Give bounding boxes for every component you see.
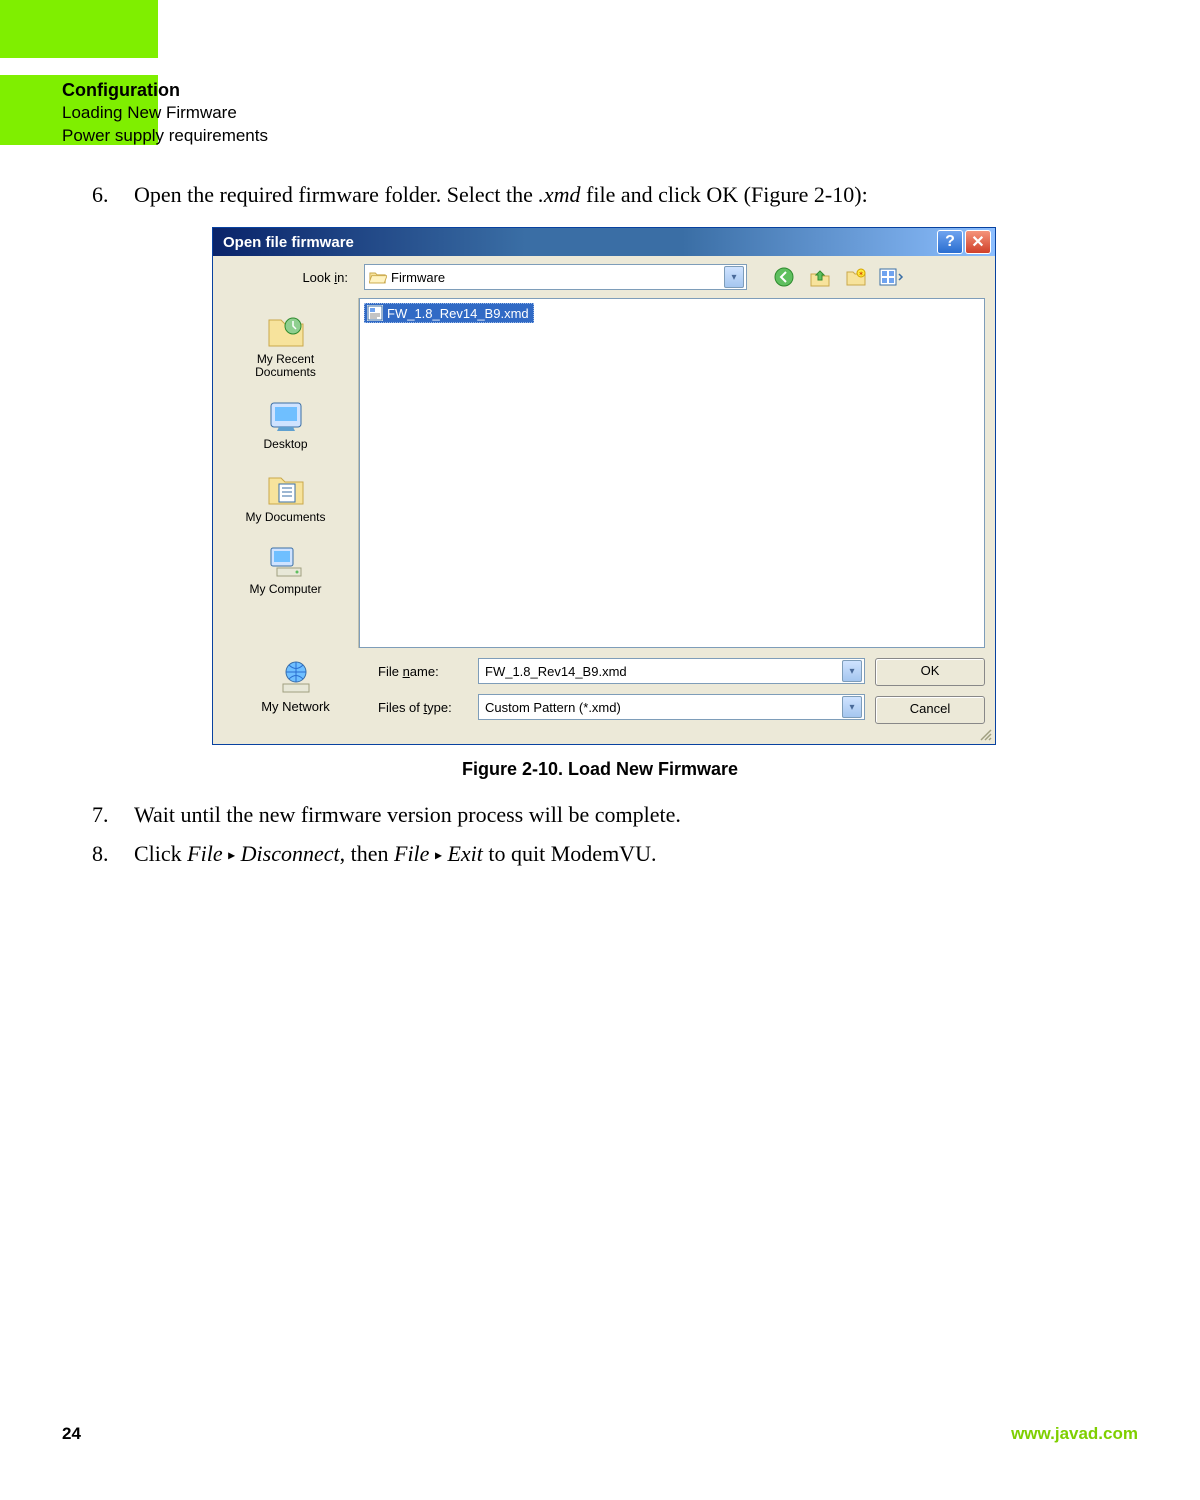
- chevron-down-icon[interactable]: ▾: [724, 266, 744, 288]
- open-file-dialog: Open file firmware ? ✕ Look in: Firmware…: [212, 227, 996, 745]
- header-title: Configuration: [62, 78, 268, 102]
- triangle-icon: ▸: [435, 848, 442, 863]
- header-sub2: Power supply requirements: [62, 125, 268, 148]
- up-one-level-icon[interactable]: [807, 265, 833, 289]
- step-8-text: Click File ▸ Disconnect, then File ▸ Exi…: [134, 837, 656, 870]
- place-mynetwork-label: My Network: [261, 699, 330, 714]
- place-recent-label: My Recent Documents: [255, 353, 316, 379]
- file-fields: File name: FW_1.8_Rev14_B9.xmd ▾ Files o…: [378, 658, 865, 730]
- views-icon[interactable]: [879, 265, 905, 289]
- main-pane: My Recent Documents Desktop My Documents…: [213, 298, 995, 648]
- decorative-green-block: [0, 0, 158, 58]
- ok-button[interactable]: OK: [875, 658, 985, 686]
- step-6: 6. Open the required firmware folder. Se…: [62, 178, 1138, 217]
- lookin-row: Look in: Firmware ▾: [213, 256, 995, 298]
- svg-text:✶: ✶: [858, 270, 864, 278]
- back-icon[interactable]: [771, 265, 797, 289]
- my-documents-icon: [265, 470, 307, 508]
- filetype-input[interactable]: Custom Pattern (*.xmd) ▾: [478, 694, 865, 720]
- place-desktop[interactable]: Desktop: [213, 389, 358, 461]
- help-button[interactable]: ?: [937, 230, 963, 254]
- places-bar: My Recent Documents Desktop My Documents…: [213, 298, 359, 648]
- cancel-button[interactable]: Cancel: [875, 696, 985, 724]
- place-mydocuments-label: My Documents: [245, 511, 325, 524]
- dialog-titlebar: Open file firmware ? ✕: [213, 228, 995, 256]
- desktop-icon: [265, 397, 307, 435]
- step-7-text: Wait until the new firmware version proc…: [134, 798, 681, 831]
- file-list[interactable]: FW_1.8_Rev14_B9.xmd: [359, 298, 985, 648]
- dialog-figure: Open file firmware ? ✕ Look in: Firmware…: [212, 227, 996, 745]
- place-mynetwork[interactable]: My Network: [223, 658, 368, 730]
- lookin-value: Firmware: [391, 270, 720, 285]
- my-computer-icon: [265, 542, 307, 580]
- filename-input[interactable]: FW_1.8_Rev14_B9.xmd ▾: [478, 658, 865, 684]
- lookin-toolbar: ✶: [771, 265, 905, 289]
- triangle-icon: ▸: [228, 848, 235, 863]
- figure-caption: Figure 2-10. Load New Firmware: [62, 759, 1138, 780]
- close-button[interactable]: ✕: [965, 230, 991, 254]
- filename-label: File name:: [378, 664, 468, 679]
- new-folder-icon[interactable]: ✶: [843, 265, 869, 289]
- lookin-label: Look in:: [223, 270, 356, 285]
- chevron-down-icon[interactable]: ▾: [842, 660, 862, 682]
- resize-grip-icon[interactable]: [979, 728, 993, 742]
- place-mycomputer-label: My Computer: [249, 583, 321, 596]
- step-6-num: 6.: [92, 178, 134, 211]
- step-8-num: 8.: [92, 837, 134, 870]
- step-8: 8. Click File ▸ Disconnect, then File ▸ …: [62, 837, 1138, 876]
- recent-documents-icon: [265, 312, 307, 350]
- dialog-title: Open file firmware: [223, 234, 935, 251]
- file-item-label: FW_1.8_Rev14_B9.xmd: [387, 306, 529, 321]
- file-icon: [367, 305, 383, 321]
- step-6-text: Open the required firmware folder. Selec…: [134, 178, 868, 211]
- page-number: 24: [62, 1424, 81, 1444]
- filetype-label: Files of type:: [378, 700, 468, 715]
- page-footer: 24 www.javad.com: [62, 1424, 1138, 1444]
- place-desktop-label: Desktop: [263, 438, 307, 451]
- step-7: 7. Wait until the new firmware version p…: [62, 798, 1138, 837]
- filetype-row: Files of type: Custom Pattern (*.xmd) ▾: [378, 694, 865, 720]
- filename-value: FW_1.8_Rev14_B9.xmd: [485, 664, 842, 679]
- footer-url: www.javad.com: [1011, 1424, 1138, 1444]
- folder-open-icon: [369, 270, 387, 285]
- step-7-num: 7.: [92, 798, 134, 831]
- page-header: Configuration Loading New Firmware Power…: [62, 78, 268, 148]
- body-content: 6. Open the required firmware folder. Se…: [62, 178, 1138, 876]
- chevron-down-icon[interactable]: ▾: [842, 696, 862, 718]
- filetype-value: Custom Pattern (*.xmd): [485, 700, 842, 715]
- place-mycomputer[interactable]: My Computer: [213, 534, 358, 606]
- my-network-icon: [275, 658, 317, 696]
- header-sub1: Loading New Firmware: [62, 102, 268, 125]
- filename-row: File name: FW_1.8_Rev14_B9.xmd ▾: [378, 658, 865, 684]
- place-mydocuments[interactable]: My Documents: [213, 462, 358, 534]
- file-item-selected[interactable]: FW_1.8_Rev14_B9.xmd: [364, 303, 534, 323]
- dialog-buttons: OK Cancel: [875, 658, 985, 730]
- lookin-combo[interactable]: Firmware ▾: [364, 264, 747, 290]
- place-recent[interactable]: My Recent Documents: [213, 304, 358, 389]
- bottom-panel: My Network File name: FW_1.8_Rev14_B9.xm…: [213, 648, 995, 744]
